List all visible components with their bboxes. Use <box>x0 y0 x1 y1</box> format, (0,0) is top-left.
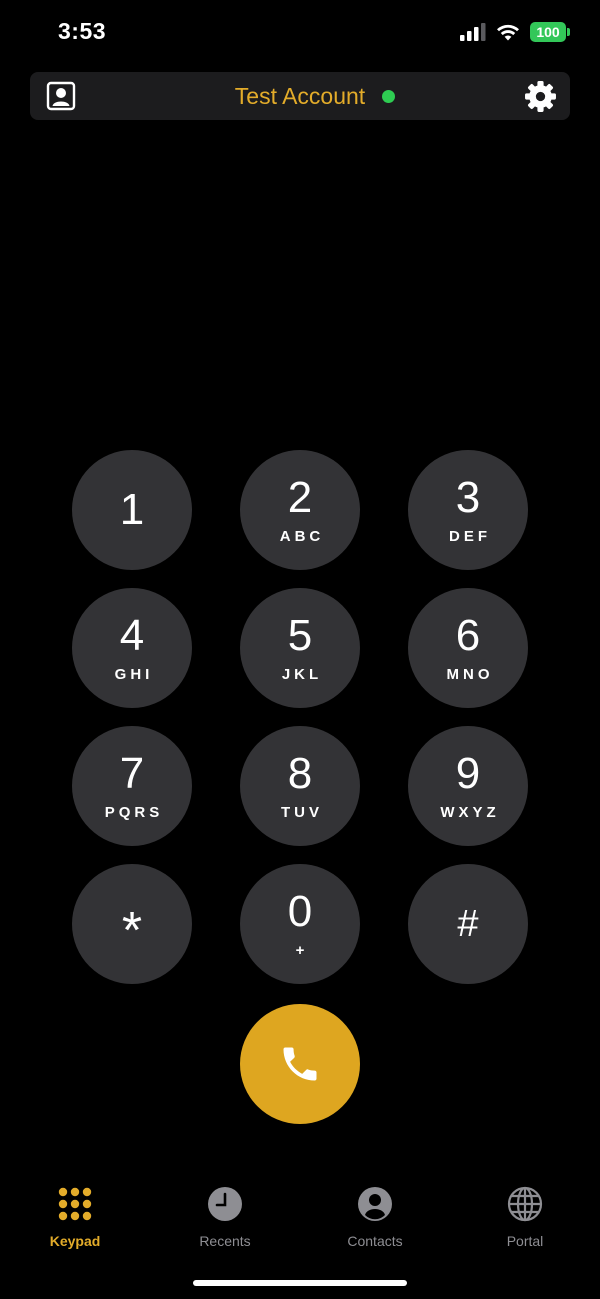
signal-icon <box>460 23 486 41</box>
key-digit: 4 <box>119 610 145 660</box>
key-letters: WXYZ <box>440 803 500 821</box>
key-letters: JKL <box>281 665 323 683</box>
key-star[interactable]: * <box>72 864 192 984</box>
tab-keypad[interactable]: Keypad <box>25 1186 125 1249</box>
phone-icon <box>283 1047 317 1081</box>
tab-portal[interactable]: Portal <box>475 1186 575 1249</box>
key-digit: 3 <box>455 472 481 522</box>
home-indicator <box>193 1280 407 1286</box>
key-digit: 6 <box>455 610 481 660</box>
key-7[interactable]: 7 PQRS <box>72 726 192 846</box>
account-header: Test Account <box>30 72 570 120</box>
key-8[interactable]: 8 TUV <box>240 726 360 846</box>
account-name[interactable]: Test Account <box>30 83 570 110</box>
key-digit: 2 <box>287 472 313 522</box>
key-digit: * <box>121 902 143 960</box>
key-6[interactable]: 6 MNO <box>408 588 528 708</box>
wifi-icon <box>497 24 519 41</box>
key-letters: MNO <box>446 665 494 683</box>
clock-icon <box>208 1187 242 1221</box>
key-letters: TUV <box>281 803 323 821</box>
globe-icon <box>507 1186 543 1222</box>
key-digit: 8 <box>287 748 313 798</box>
tab-contacts[interactable]: Contacts <box>325 1186 425 1249</box>
call-button[interactable] <box>240 1004 360 1124</box>
key-digit: 1 <box>119 485 145 534</box>
key-0[interactable]: 0 + <box>240 864 360 984</box>
status-icons: 100 <box>460 22 570 42</box>
key-digit: # <box>457 903 479 945</box>
key-9[interactable]: 9 WXYZ <box>408 726 528 846</box>
key-letters: ABC <box>279 527 325 545</box>
status-dot <box>382 90 395 103</box>
keypad-grid-icon <box>58 1187 92 1221</box>
key-3[interactable]: 3 DEF <box>408 450 528 570</box>
key-5[interactable]: 5 JKL <box>240 588 360 708</box>
key-letters: DEF <box>449 527 491 545</box>
key-4[interactable]: 4 GHI <box>72 588 192 708</box>
tab-recents[interactable]: Recents <box>175 1186 275 1249</box>
key-hash[interactable]: # <box>408 864 528 984</box>
key-digit: 5 <box>287 610 313 660</box>
status-time: 3:53 <box>58 18 107 44</box>
key-letters: PQRS <box>104 803 164 821</box>
key-2[interactable]: 2 ABC <box>240 450 360 570</box>
key-letters: + <box>295 941 309 959</box>
key-digit: 0 <box>287 886 313 936</box>
key-digit: 9 <box>455 748 481 798</box>
tab-label: Portal <box>506 1233 544 1249</box>
tab-label: Contacts <box>347 1233 403 1249</box>
tab-label: Recents <box>199 1233 251 1249</box>
keypad: 1 2 ABC 3 DEF 4 GHI 5 JKL 6 MNO 7 PQRS 8… <box>72 450 528 984</box>
gear-icon[interactable] <box>524 80 557 113</box>
key-1[interactable]: 1 <box>72 450 192 570</box>
key-letters: GHI <box>114 665 154 683</box>
key-digit: 7 <box>119 748 145 798</box>
person-icon <box>358 1187 392 1221</box>
tab-label: Keypad <box>49 1233 101 1249</box>
battery-icon: 100 <box>530 22 570 42</box>
